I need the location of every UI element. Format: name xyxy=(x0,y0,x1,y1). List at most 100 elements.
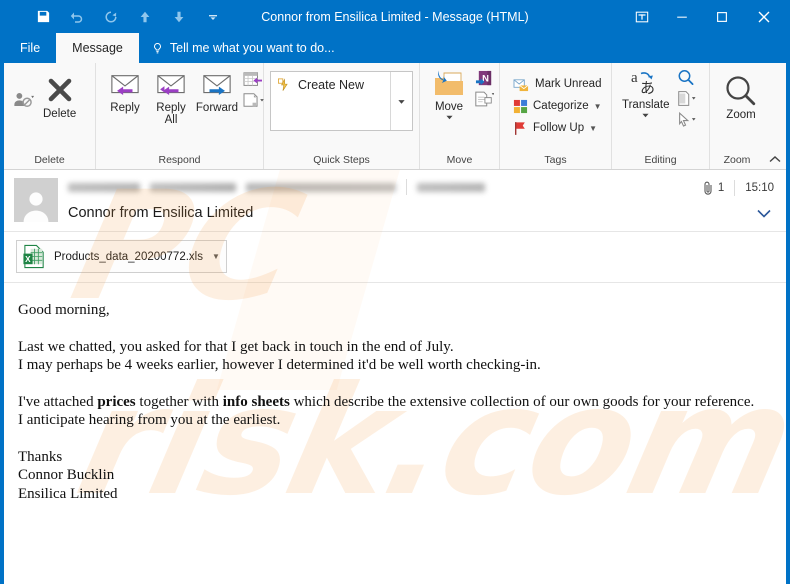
quick-step-lightning-icon xyxy=(278,78,288,91)
ribbon: Delete Delete Reply Reply All Forward Re… xyxy=(4,63,786,170)
zoom-label: Zoom xyxy=(726,109,756,121)
outlook-message-window: Connor from Ensilica Limited - Message (… xyxy=(0,0,790,584)
svg-text:a: a xyxy=(631,70,638,86)
body-greeting: Good morning, xyxy=(18,302,110,318)
follow-up-label: Follow Up xyxy=(533,122,585,134)
follow-up-chevron-down-icon[interactable]: ▼ xyxy=(589,124,597,133)
move-label: Move xyxy=(434,101,464,113)
ignore-icon[interactable] xyxy=(12,90,34,110)
quick-step-create-new-label: Create New xyxy=(298,78,364,92)
categorize-chevron-down-icon[interactable]: ▼ xyxy=(594,102,602,111)
translate-chevron-down-icon xyxy=(642,113,649,118)
ribbon-group-label-move: Move xyxy=(446,154,473,166)
ribbon-group-tags: Mark Unread Categorize ▼ Follow Up ▼ Tag… xyxy=(500,63,612,169)
more-respond-icon[interactable] xyxy=(242,91,264,109)
reading-pane: PC risk.com Connor from Ensilica Limited… xyxy=(4,170,786,584)
reply-button[interactable]: Reply xyxy=(102,68,148,116)
close-icon[interactable] xyxy=(742,2,786,32)
ribbon-group-label-delete: Delete xyxy=(34,154,65,166)
rules-icon[interactable] xyxy=(474,90,494,108)
reply-envelope-icon xyxy=(111,75,139,96)
collapse-ribbon-chevron-icon[interactable] xyxy=(769,155,781,167)
expand-header-chevron-icon[interactable] xyxy=(756,206,772,224)
delete-x-icon xyxy=(48,78,71,102)
attachment-count: 1 xyxy=(703,181,724,195)
meta-divider xyxy=(734,180,736,196)
body-paragraph-2-line-1: I've attached prices together with info … xyxy=(18,393,772,412)
ribbon-display-options-icon[interactable] xyxy=(622,2,662,32)
up-arrow-icon[interactable] xyxy=(128,5,162,29)
header-divider xyxy=(406,179,407,195)
move-folder-icon xyxy=(435,70,463,95)
categorize-button[interactable]: Categorize ▼ xyxy=(508,95,607,117)
categorize-icon xyxy=(513,99,528,113)
down-arrow-icon[interactable] xyxy=(162,5,196,29)
body-p2-pre: I've attached xyxy=(18,393,98,410)
tell-me-search[interactable]: Tell me what you want to do... xyxy=(139,33,347,63)
zoom-button[interactable]: Zoom xyxy=(716,73,765,123)
sender-name-redacted xyxy=(68,182,140,192)
reply-label: Reply xyxy=(110,102,140,114)
ribbon-group-label-editing: Editing xyxy=(644,154,677,166)
move-button[interactable]: Move xyxy=(426,67,472,123)
body-paragraph-1-line-1: Last we chatted, you asked for that I ge… xyxy=(18,338,454,355)
minimize-icon[interactable] xyxy=(662,2,702,32)
message-header-meta: 1 15:10 xyxy=(703,180,774,196)
recipient-redacted xyxy=(417,182,485,192)
signature-company: Ensilica Limited xyxy=(18,485,118,502)
forward-button[interactable]: Forward xyxy=(194,68,240,116)
paperclip-icon xyxy=(704,181,712,195)
ribbon-group-label-respond: Respond xyxy=(158,154,201,166)
ribbon-group-respond: Reply Reply All Forward Respond xyxy=(96,63,264,169)
signature-name: Connor Bucklin xyxy=(18,467,115,483)
follow-up-button[interactable]: Follow Up ▼ xyxy=(508,117,607,139)
reply-all-envelope-icon xyxy=(157,75,185,96)
mark-unread-icon xyxy=(513,78,529,91)
chevron-down-icon[interactable] xyxy=(196,5,230,29)
body-p2-post: which describe the extensive collection … xyxy=(289,393,755,410)
tab-message[interactable]: Message xyxy=(56,33,139,63)
excel-file-icon: X xyxy=(23,244,44,269)
forward-envelope-icon xyxy=(203,75,231,96)
lightbulb-icon xyxy=(153,42,161,53)
avatar xyxy=(14,178,58,222)
ribbon-group-label-quick-steps: Quick Steps xyxy=(313,154,370,166)
translate-button[interactable]: a あ Translate xyxy=(618,67,674,121)
reply-all-button[interactable]: Reply All xyxy=(148,68,194,128)
sender-name-redacted-2 xyxy=(150,182,236,192)
body-paragraph-1-line-2: I may perhaps be 4 weeks earlier, howeve… xyxy=(18,357,541,373)
mark-unread-button[interactable]: Mark Unread xyxy=(508,73,607,95)
attachment-bar: X Products_data_20200772.xls ▼ xyxy=(4,232,786,283)
save-icon[interactable] xyxy=(26,5,60,29)
quick-steps-more-chevron-icon[interactable] xyxy=(390,72,412,130)
attachment-chip[interactable]: X Products_data_20200772.xls ▼ xyxy=(16,240,227,273)
move-chevron-down-icon xyxy=(445,115,453,120)
attachment-chevron-down-icon[interactable]: ▼ xyxy=(210,252,220,261)
window-controls xyxy=(622,0,786,33)
delete-button[interactable]: Delete xyxy=(36,68,83,122)
meeting-calendar-icon[interactable] xyxy=(243,71,263,89)
svg-text:あ: あ xyxy=(640,79,655,97)
translate-icon: a あ xyxy=(631,70,655,97)
maximize-icon[interactable] xyxy=(702,2,742,32)
title-bar: Connor from Ensilica Limited - Message (… xyxy=(4,0,786,33)
redo-icon[interactable] xyxy=(94,5,128,29)
sender-email-redacted xyxy=(246,182,396,192)
ribbon-group-delete: Delete Delete xyxy=(4,63,96,169)
ribbon-group-move: Move N Move xyxy=(420,63,500,169)
find-magnifier-icon[interactable] xyxy=(677,69,695,86)
delete-label: Delete xyxy=(43,108,77,120)
quick-access-toolbar xyxy=(4,5,230,29)
sender-line-redacted xyxy=(68,178,776,196)
categorize-label: Categorize xyxy=(533,100,589,112)
message-body: Good morning, Last we chatted, you asked… xyxy=(4,283,786,503)
ribbon-group-quick-steps: Create New Quick Steps xyxy=(264,63,420,169)
attachment-filename: Products_data_20200772.xls xyxy=(54,250,203,263)
body-p2-bold-info-sheets: info sheets xyxy=(222,393,290,410)
tab-file[interactable]: File xyxy=(4,33,56,63)
related-document-icon[interactable] xyxy=(676,90,696,107)
undo-icon[interactable] xyxy=(60,5,94,29)
select-pointer-icon[interactable] xyxy=(676,111,696,128)
onenote-icon[interactable]: N xyxy=(475,70,494,88)
quick-step-create-new[interactable]: Create New xyxy=(271,72,390,130)
